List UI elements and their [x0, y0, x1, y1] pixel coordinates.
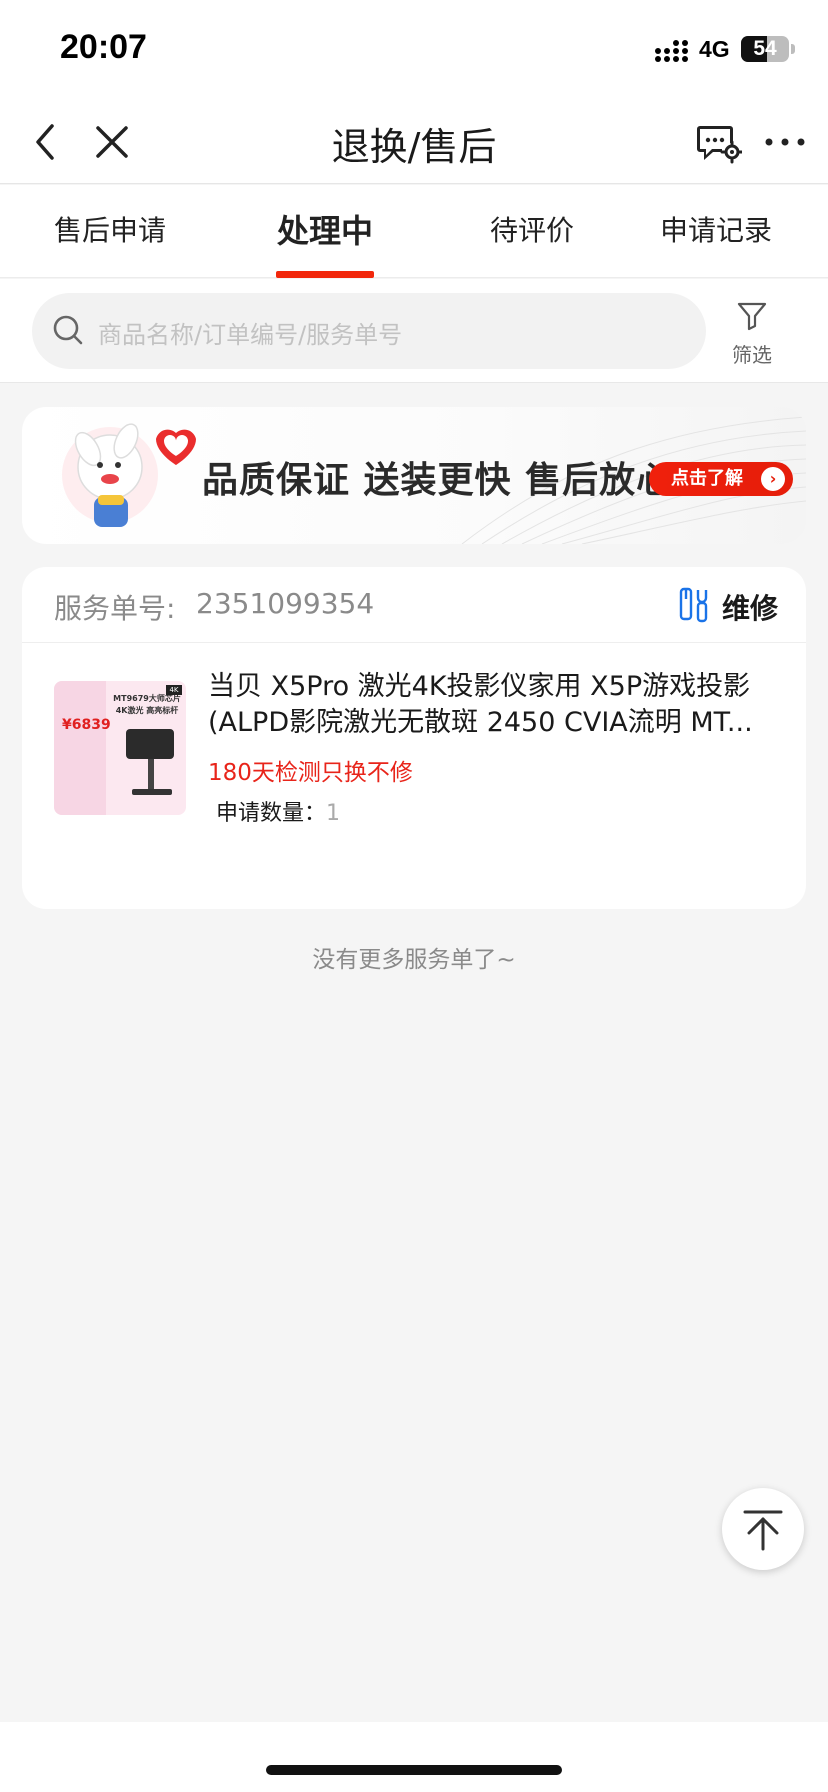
service-number: 2351099354 — [196, 587, 375, 620]
service-policy-tag: 180天检测只换不修 — [208, 760, 413, 786]
page-title: 退换/售后 — [331, 125, 497, 169]
search-input[interactable]: 商品名称/订单编号/服务单号 — [32, 293, 706, 369]
tab-after-sales-apply[interactable]: 售后申请 — [10, 185, 210, 278]
thumbnail-headline-line2: 4K激光 高亮标杆 — [115, 706, 179, 715]
learn-more-label: 点击了解 — [671, 468, 743, 489]
service-number-label: 服务单号: — [54, 592, 176, 625]
close-icon[interactable] — [88, 118, 136, 166]
nav-bar: 退换/售后 — [0, 100, 828, 184]
product-title-line2: (ALPD影院激光无散斑 2450 CVIA流明 MT... — [208, 707, 753, 738]
battery-indicator: 54 — [741, 36, 789, 62]
projector-image — [126, 729, 174, 759]
search-area: 商品名称/订单编号/服务单号 筛选 — [0, 279, 828, 383]
status-time: 20:07 — [60, 28, 147, 66]
service-type-label: 维修 — [722, 592, 779, 625]
product-title[interactable]: 当贝 X5Pro 激光4K投影仪家用 X5P游戏投影 (ALPD影院激光无散斑 … — [208, 669, 784, 741]
filter-button[interactable]: 筛选 — [724, 299, 780, 369]
chevron-left-icon[interactable] — [24, 118, 72, 166]
banner-slogan: 品质保证 送装更快 售后放心 — [202, 460, 674, 501]
promo-banner[interactable]: 品质保证 送装更快 售后放心 点击了解 › — [22, 407, 806, 544]
quantity-value: 1 — [326, 801, 341, 826]
repair-tools-icon — [679, 587, 708, 623]
quantity-label: 申请数量： — [216, 801, 327, 826]
arrow-right-icon: › — [761, 467, 785, 491]
active-tab-indicator — [276, 271, 374, 278]
product-title-line1: 当贝 X5Pro 激光4K投影仪家用 X5P游戏投影 — [208, 671, 751, 702]
home-indicator[interactable] — [266, 1765, 562, 1775]
projector-stand — [148, 759, 154, 791]
battery-percent: 54 — [753, 37, 777, 60]
tab-label: 待评价 — [489, 214, 574, 247]
tab-label: 售后申请 — [53, 214, 166, 247]
product-thumbnail[interactable]: ¥6839 MT9679大师芯片 4K激光 高亮标杆 4K — [54, 681, 186, 815]
tab-label: 申请记录 — [659, 214, 772, 247]
search-placeholder: 商品名称/订单编号/服务单号 — [98, 321, 403, 349]
more-dots-icon[interactable] — [760, 120, 810, 164]
message-settings-icon[interactable] — [696, 120, 742, 164]
jd-mascot-icon — [62, 423, 196, 527]
back-to-top-button[interactable] — [722, 1488, 804, 1570]
projector-base — [132, 789, 172, 795]
battery-tip — [791, 44, 795, 54]
thumbnail-4k-badge: 4K — [166, 685, 182, 695]
application-quantity: 申请数量：1 — [216, 795, 340, 827]
no-more-hint: 没有更多服务单了~ — [312, 947, 516, 973]
thumbnail-headline: MT9679大师芯片 4K激光 高亮标杆 — [112, 693, 182, 717]
service-card-header: 服务单号: 2351099354 维修 — [22, 567, 806, 643]
service-order-card[interactable]: 服务单号: 2351099354 维修 ¥6839 MT9679大师芯片 4K激… — [22, 567, 806, 909]
tab-pending-review[interactable]: 待评价 — [432, 185, 632, 278]
filter-label: 筛选 — [732, 343, 772, 367]
filter-icon — [737, 302, 767, 331]
bottom-safe-area — [0, 1722, 828, 1792]
thumbnail-side-panel — [54, 681, 106, 815]
network-type: 4G — [699, 36, 730, 62]
status-bar: 20:07 4G 54 — [0, 0, 828, 100]
signal-bars-icon — [655, 40, 688, 62]
tab-bar: 售后申请 处理中 待评价 申请记录 — [0, 185, 828, 278]
search-icon — [53, 315, 83, 345]
thumbnail-price: ¥6839 — [62, 717, 111, 733]
arrow-up-icon — [743, 1510, 783, 1551]
tab-processing[interactable]: 处理中 — [225, 185, 425, 278]
thumbnail-headline-line1: MT9679大师芯片 — [113, 694, 181, 703]
learn-more-button[interactable]: 点击了解 › — [649, 462, 793, 496]
tab-application-records[interactable]: 申请记录 — [616, 185, 816, 278]
tab-label: 处理中 — [276, 212, 373, 250]
